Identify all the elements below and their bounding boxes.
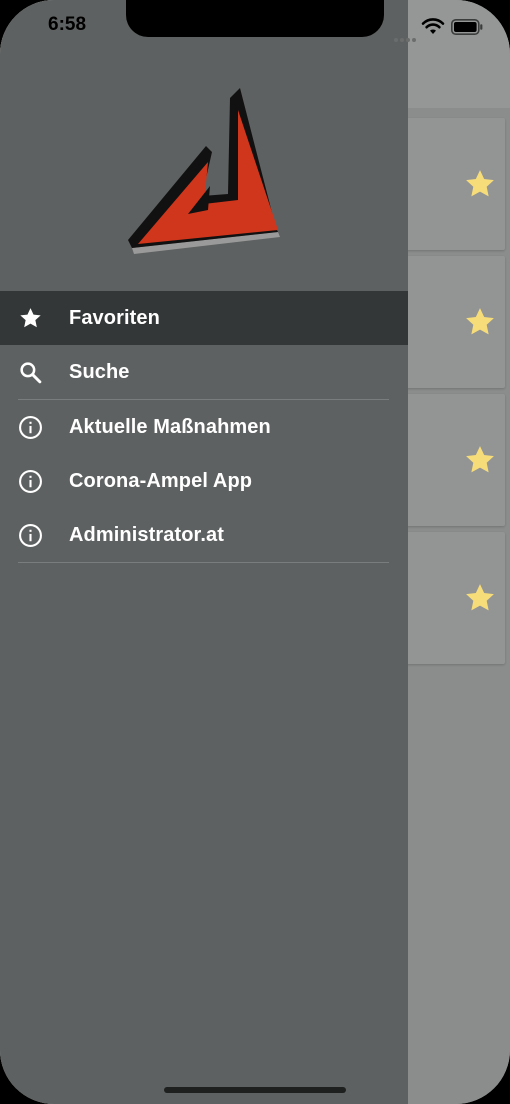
drawer-menu: Favoriten Suche Aktuelle Maßnahmen Coron… — [0, 291, 408, 563]
info-icon — [18, 469, 43, 494]
navigation-drawer: Favoriten Suche Aktuelle Maßnahmen Coron… — [0, 0, 408, 1104]
menu-item-corona-ampel-app[interactable]: Corona-Ampel App — [0, 454, 408, 508]
search-icon — [18, 360, 43, 385]
star-icon — [18, 306, 43, 331]
battery-icon — [451, 19, 483, 35]
info-icon — [18, 523, 43, 548]
menu-item-label: Favoriten — [69, 307, 160, 329]
menu-item-administrator-at[interactable]: Administrator.at — [0, 508, 408, 562]
cellular-signal-icon — [393, 30, 417, 42]
divider — [18, 562, 389, 563]
menu-item-label: Suche — [69, 361, 130, 383]
home-indicator[interactable] — [164, 1087, 346, 1093]
menu-item-aktuelle-massnahmen[interactable]: Aktuelle Maßnahmen — [0, 400, 408, 454]
favorite-star-icon[interactable] — [463, 581, 497, 615]
status-time: 6:58 — [48, 14, 87, 35]
notch — [126, 0, 384, 37]
favorite-star-icon[interactable] — [463, 167, 497, 201]
wifi-icon — [421, 17, 445, 35]
menu-item-label: Corona-Ampel App — [69, 470, 253, 492]
status-bar: 6:58 — [0, 0, 510, 56]
menu-item-suche[interactable]: Suche — [0, 345, 408, 399]
phone-screen: Favoriten Suche Aktuelle Maßnahmen Coron… — [0, 0, 510, 1104]
favorite-star-icon[interactable] — [463, 305, 497, 339]
menu-item-label: Aktuelle Maßnahmen — [69, 416, 271, 438]
menu-item-favoriten[interactable]: Favoriten — [0, 291, 408, 345]
app-logo — [128, 88, 280, 260]
info-icon — [18, 415, 43, 440]
menu-item-label: Administrator.at — [69, 524, 224, 546]
favorite-star-icon[interactable] — [463, 443, 497, 477]
